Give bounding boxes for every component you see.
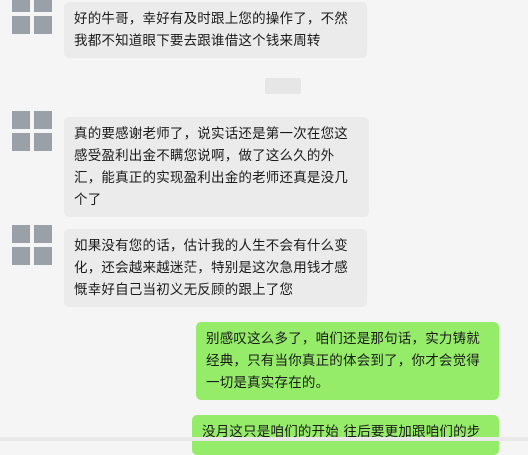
timestamp-pill (265, 78, 301, 94)
message-bubble-incoming[interactable]: 如果没有您的话，估计我的人生不会有什么变化，还会越来越迷茫，特别是这次急用钱才感… (64, 229, 367, 307)
message-bubble-incoming[interactable]: 好的牛哥，幸好有及时跟上您的操作了，不然我都不知道眼下要去跟谁借这个钱来周转 (64, 2, 367, 58)
contact-avatar[interactable] (12, 225, 52, 265)
scrollbar-track[interactable] (0, 437, 528, 441)
message-text: 好的牛哥，幸好有及时跟上您的操作了，不然我都不知道眼下要去跟谁借这个钱来周转 (74, 11, 348, 49)
contact-avatar[interactable] (12, 111, 52, 151)
message-bubble-outgoing[interactable]: 别感叹这么多了，咱们还是那句话，实力铸就经典，只有当你真正的体会到了，你才会觉得… (196, 322, 499, 400)
message-text: 别感叹这么多了，咱们还是那句话，实力铸就经典，只有当你真正的体会到了，你才会觉得… (206, 331, 480, 391)
contact-avatar[interactable] (12, 0, 52, 34)
message-text: 真的要感谢老师了，说实话还是第一次在您这感受盈利出金不瞒您说啊，做了这么久的外汇… (74, 126, 348, 208)
message-bubble-outgoing[interactable]: 没月这只是咱们的开始 往后要更加跟咱们的步 (192, 415, 499, 455)
message-text: 如果没有您的话，估计我的人生不会有什么变化，还会越来越迷茫，特别是这次急用钱才感… (74, 238, 348, 298)
message-bubble-incoming[interactable]: 真的要感谢老师了，说实话还是第一次在您这感受盈利出金不瞒您说啊，做了这么久的外汇… (64, 117, 369, 217)
